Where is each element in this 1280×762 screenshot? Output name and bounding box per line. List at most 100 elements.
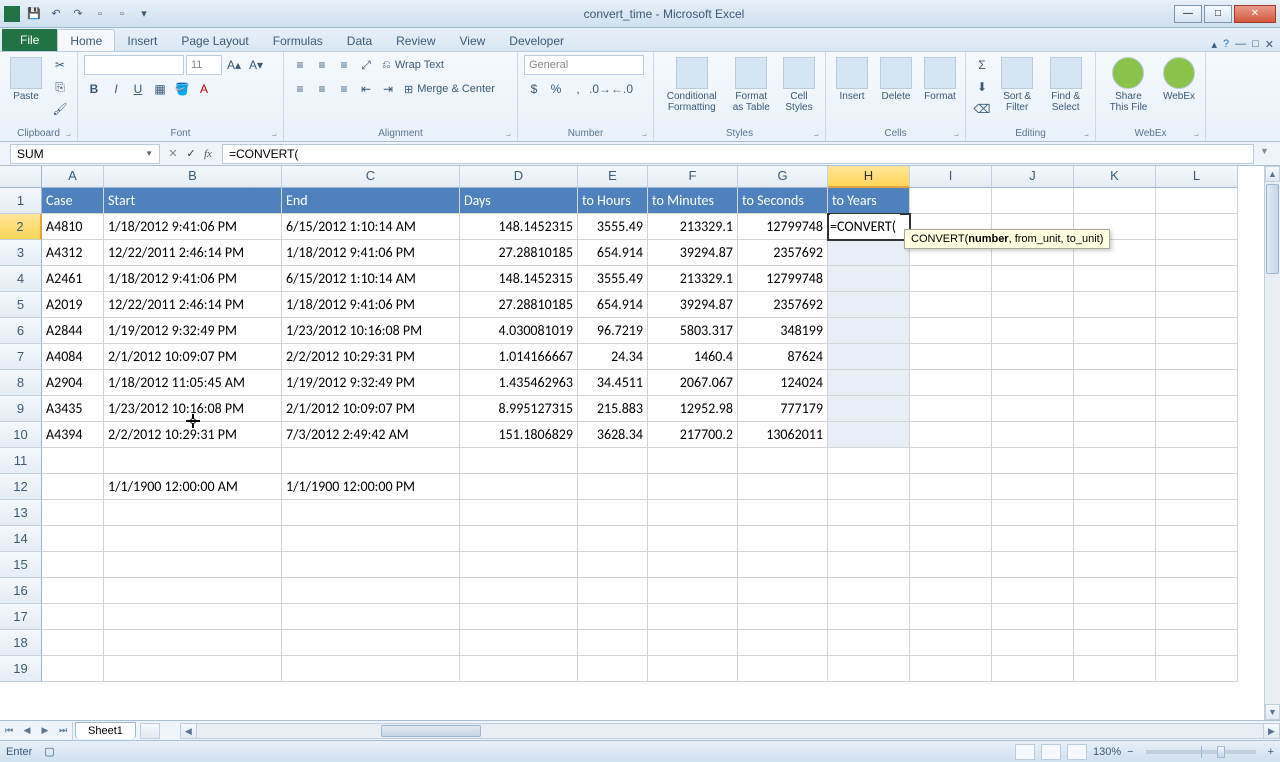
cell[interactable]: 2357692 [738, 240, 828, 266]
cell[interactable] [828, 396, 910, 422]
cell[interactable] [648, 448, 738, 474]
cell[interactable] [104, 604, 282, 630]
align-middle-icon[interactable]: ≡ [312, 55, 332, 75]
border-icon[interactable]: ▦ [150, 79, 170, 99]
cell[interactable]: to Hours [578, 188, 648, 214]
cell[interactable] [42, 526, 104, 552]
cell[interactable] [42, 630, 104, 656]
cell[interactable]: Start [104, 188, 282, 214]
cell[interactable] [910, 422, 992, 448]
cell[interactable]: A3435 [42, 396, 104, 422]
cell[interactable] [828, 448, 910, 474]
cell[interactable]: 39294.87 [648, 240, 738, 266]
cell[interactable]: 1/19/2012 9:32:49 PM [282, 370, 460, 396]
font-size-combo[interactable]: 11 [186, 55, 222, 75]
cell[interactable] [1074, 396, 1156, 422]
cell[interactable] [1074, 422, 1156, 448]
cell[interactable] [1156, 344, 1238, 370]
cell[interactable] [910, 656, 992, 682]
cell[interactable]: Days [460, 188, 578, 214]
cell[interactable] [1156, 266, 1238, 292]
enter-formula-icon[interactable]: ✓ [182, 145, 200, 163]
cell[interactable] [1074, 630, 1156, 656]
cell[interactable]: 34.4511 [578, 370, 648, 396]
cell[interactable] [282, 526, 460, 552]
cancel-formula-icon[interactable]: ✕ [164, 145, 182, 163]
fill-color-icon[interactable]: 🪣 [172, 79, 192, 99]
cell[interactable]: 24.34 [578, 344, 648, 370]
cell[interactable] [910, 630, 992, 656]
cell[interactable] [828, 578, 910, 604]
cell[interactable]: 2/2/2012 10:29:31 PM [104, 422, 282, 448]
cell[interactable]: 13062011 [738, 422, 828, 448]
minimize-ribbon-icon[interactable]: ▴ [1211, 38, 1217, 51]
row-header[interactable]: 12 [0, 474, 42, 500]
cell[interactable] [1074, 318, 1156, 344]
cell[interactable] [1156, 604, 1238, 630]
cell[interactable]: 1/18/2012 9:41:06 PM [282, 240, 460, 266]
help-icon[interactable]: ? [1223, 38, 1229, 51]
cell[interactable] [992, 422, 1074, 448]
cell[interactable] [828, 292, 910, 318]
cell[interactable] [992, 188, 1074, 214]
column-header[interactable]: A [42, 166, 104, 188]
align-right-icon[interactable]: ≡ [334, 79, 354, 99]
row-header[interactable]: 17 [0, 604, 42, 630]
cell[interactable]: 1/18/2012 9:41:06 PM [282, 292, 460, 318]
cell[interactable]: 96.7219 [578, 318, 648, 344]
cell[interactable] [460, 656, 578, 682]
increase-decimal-icon[interactable]: .0→ [590, 79, 610, 99]
orientation-icon[interactable]: ⤢ [356, 55, 376, 75]
cell[interactable] [828, 240, 910, 266]
cell[interactable] [578, 474, 648, 500]
cell[interactable]: 4.030081019 [460, 318, 578, 344]
new-sheet-button[interactable] [140, 723, 160, 739]
cell[interactable] [460, 552, 578, 578]
cell[interactable] [992, 292, 1074, 318]
cell[interactable]: 1/1/1900 12:00:00 PM [282, 474, 460, 500]
cell[interactable] [992, 500, 1074, 526]
column-header[interactable]: C [282, 166, 460, 188]
cell[interactable] [1156, 370, 1238, 396]
zoom-in-button[interactable]: + [1268, 746, 1274, 758]
cell[interactable] [910, 526, 992, 552]
cell[interactable] [992, 526, 1074, 552]
cell[interactable]: 1/18/2012 11:05:45 AM [104, 370, 282, 396]
cell[interactable]: End [282, 188, 460, 214]
cell[interactable]: 1.014166667 [460, 344, 578, 370]
cell[interactable] [910, 500, 992, 526]
comma-format-icon[interactable]: , [568, 79, 588, 99]
format-painter-icon[interactable]: 🖌 [50, 99, 70, 119]
cell[interactable] [104, 526, 282, 552]
scroll-up-icon[interactable]: ▲ [1265, 166, 1280, 182]
cell[interactable] [910, 396, 992, 422]
cell[interactable]: 2/1/2012 10:09:07 PM [282, 396, 460, 422]
autosum-icon[interactable]: Σ [972, 55, 992, 75]
cell[interactable] [738, 474, 828, 500]
cell[interactable] [738, 630, 828, 656]
cell[interactable] [910, 292, 992, 318]
cell[interactable] [992, 396, 1074, 422]
cell[interactable] [460, 500, 578, 526]
shrink-font-icon[interactable]: A▾ [246, 55, 266, 75]
row-header[interactable]: 16 [0, 578, 42, 604]
cell[interactable] [42, 448, 104, 474]
column-header[interactable]: J [992, 166, 1074, 188]
vertical-scrollbar[interactable]: ▲ ▼ [1264, 166, 1280, 720]
cell[interactable] [648, 526, 738, 552]
cell[interactable] [992, 474, 1074, 500]
cell[interactable] [648, 552, 738, 578]
spreadsheet-grid[interactable]: ABCDEFGHIJKL 123456789101112131415161718… [0, 166, 1280, 720]
cell[interactable]: 27.28810185 [460, 292, 578, 318]
cell[interactable] [648, 578, 738, 604]
cell[interactable]: Case [42, 188, 104, 214]
cell[interactable] [578, 448, 648, 474]
cell[interactable] [104, 656, 282, 682]
row-header[interactable]: 6 [0, 318, 42, 344]
sort-filter-button[interactable]: Sort & Filter [996, 55, 1038, 115]
cell[interactable] [460, 474, 578, 500]
cell[interactable] [460, 448, 578, 474]
cell[interactable] [910, 474, 992, 500]
cell[interactable] [1156, 500, 1238, 526]
column-header[interactable]: I [910, 166, 992, 188]
